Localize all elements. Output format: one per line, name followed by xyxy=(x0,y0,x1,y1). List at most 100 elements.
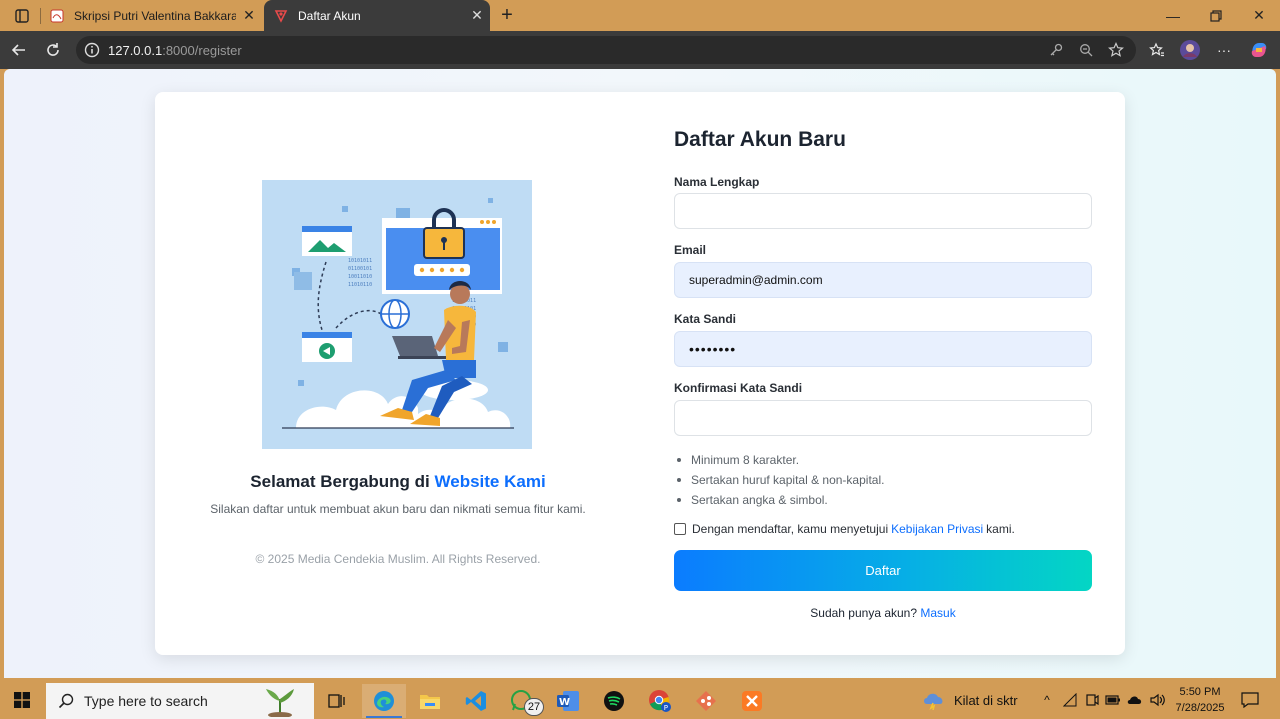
start-button[interactable] xyxy=(0,681,44,719)
taskbar: Type here to search 27 W P Kilat di sktr… xyxy=(0,681,1280,719)
network-icon[interactable] xyxy=(1061,691,1079,709)
favorite-star-icon[interactable] xyxy=(1106,40,1126,60)
url-host: 127.0.0.1 xyxy=(108,42,163,58)
rule-item: Minimum 8 karakter. xyxy=(674,450,884,470)
profile-avatar[interactable] xyxy=(1179,39,1201,61)
refresh-icon xyxy=(47,43,59,56)
register-illustration: 1010101101100101 1001101011010110 101010… xyxy=(262,180,532,449)
back-button[interactable] xyxy=(4,35,34,65)
spotify-icon xyxy=(604,691,624,711)
word-icon: W xyxy=(557,691,579,711)
onedrive-icon[interactable] xyxy=(1126,691,1144,709)
whatsapp-taskbar-button[interactable]: 27 xyxy=(500,684,544,718)
profile-avatar-icon xyxy=(1180,40,1200,60)
search-icon xyxy=(58,693,74,709)
search-placeholder: Type here to search xyxy=(84,693,208,709)
tab-actions-icon xyxy=(15,8,29,23)
email-input[interactable]: superadmin@admin.com xyxy=(674,262,1092,298)
close-tab-icon[interactable]: ✕ xyxy=(464,7,490,24)
folder-icon xyxy=(420,695,440,709)
back-arrow-icon xyxy=(11,44,25,56)
windows-logo-icon xyxy=(14,692,30,708)
tab-title: Daftar Akun xyxy=(298,8,361,23)
welcome-prefix: Selamat Bergabung di xyxy=(250,472,430,491)
meet-now-icon[interactable] xyxy=(1083,691,1101,709)
chrome-taskbar-button[interactable]: P xyxy=(638,684,682,718)
welcome-highlight: Website Kami xyxy=(434,472,546,491)
word-taskbar-button[interactable]: W xyxy=(546,684,590,718)
svg-text:W: W xyxy=(559,697,570,708)
login-prompt: Sudah punya akun? Masuk xyxy=(674,606,1092,620)
spotify-taskbar-button[interactable] xyxy=(592,684,636,718)
minimize-button[interactable]: — xyxy=(1151,0,1195,31)
vscode-taskbar-button[interactable] xyxy=(454,684,498,718)
system-clock[interactable]: 5:50 PM 7/28/2025 xyxy=(1168,684,1232,716)
welcome-subtext: Silakan daftar untuk membuat akun baru d… xyxy=(210,502,586,516)
form-title: Daftar Akun Baru xyxy=(674,128,846,151)
password-key-icon[interactable] xyxy=(1046,40,1066,60)
task-view-icon xyxy=(328,694,345,708)
restore-button[interactable] xyxy=(1194,0,1238,31)
git-tool-icon xyxy=(696,691,716,711)
tab-title: Skripsi Putri Valentina Bakkara_21 xyxy=(74,8,236,23)
name-input[interactable] xyxy=(674,193,1092,229)
confirm-password-input[interactable] xyxy=(674,400,1092,436)
more-options-icon[interactable]: ··· xyxy=(1213,39,1235,61)
svg-text:P: P xyxy=(664,704,668,712)
taskbar-search[interactable]: Type here to search xyxy=(46,683,314,719)
tab-skripsi[interactable]: Skripsi Putri Valentina Bakkara_21 ✕ xyxy=(40,0,262,31)
clock-date: 7/28/2025 xyxy=(1175,702,1225,714)
close-tab-icon[interactable]: ✕ xyxy=(236,7,262,24)
copyright-text: © 2025 Media Cendekia Muslim. All Rights… xyxy=(255,552,541,566)
password-input[interactable]: •••••••• xyxy=(674,331,1092,367)
privacy-agreement: Dengan mendaftar, kamu menyetujui Kebija… xyxy=(674,522,1015,536)
zoom-icon[interactable] xyxy=(1076,40,1096,60)
page-viewport: 1010101101100101 1001101011010110 101010… xyxy=(4,69,1276,678)
svg-text:01100101: 01100101 xyxy=(348,266,372,272)
battery-icon[interactable] xyxy=(1104,691,1122,709)
welcome-panel: 1010101101100101 1001101011010110 101010… xyxy=(155,92,641,655)
register-form: Daftar Akun Baru Nama Lengkap Email supe… xyxy=(674,92,1092,655)
tab-bar: Skripsi Putri Valentina Bakkara_21 ✕ Daf… xyxy=(0,0,1280,31)
edge-icon xyxy=(374,691,394,711)
sourcetree-taskbar-button[interactable] xyxy=(684,684,728,718)
register-card: 1010101101100101 1001101011010110 101010… xyxy=(155,92,1125,655)
refresh-button[interactable] xyxy=(38,35,68,65)
welcome-heading: Selamat Bergabung di Website Kami xyxy=(155,472,641,492)
tab-actions-button[interactable] xyxy=(0,0,44,31)
file-explorer-taskbar-button[interactable] xyxy=(408,684,452,718)
new-tab-button[interactable]: + xyxy=(494,0,520,31)
favorites-icon[interactable] xyxy=(1146,39,1168,61)
restore-icon xyxy=(1210,9,1222,22)
site-favicon-icon xyxy=(274,9,288,23)
clock-time: 5:50 PM xyxy=(1179,686,1221,698)
rule-item: Sertakan huruf kapital & non-kapital. xyxy=(674,470,884,490)
register-button[interactable]: Daftar xyxy=(674,550,1092,591)
xampp-taskbar-button[interactable] xyxy=(730,684,774,718)
login-link[interactable]: Masuk xyxy=(920,606,955,620)
login-prompt-text: Sudah punya akun? xyxy=(810,606,918,620)
svg-text:10101011: 10101011 xyxy=(348,258,372,264)
copilot-icon[interactable] xyxy=(1248,39,1270,61)
browser-toolbar: 127.0.0.1:8000/register ··· xyxy=(0,31,1280,69)
agree-suffix: kami. xyxy=(986,522,1015,536)
weather-widget[interactable]: Kilat di sktr xyxy=(922,681,1018,719)
name-label: Nama Lengkap xyxy=(674,175,760,189)
notification-center-icon[interactable] xyxy=(1240,690,1260,710)
url-path: :8000/register xyxy=(162,42,242,58)
address-bar[interactable]: 127.0.0.1:8000/register xyxy=(76,36,1136,64)
close-window-button[interactable]: ✕ xyxy=(1237,0,1280,31)
tray-overflow-icon[interactable]: ^ xyxy=(1038,691,1056,709)
whatsapp-badge: 27 xyxy=(524,698,544,716)
email-label: Email xyxy=(674,243,707,257)
edge-taskbar-button[interactable] xyxy=(362,684,406,718)
agree-checkbox[interactable] xyxy=(674,523,686,535)
xampp-icon xyxy=(742,691,762,711)
weather-storm-icon xyxy=(924,693,943,710)
privacy-policy-link[interactable]: Kebijakan Privasi xyxy=(891,522,983,536)
tab-daftar-akun[interactable]: Daftar Akun ✕ xyxy=(264,0,490,31)
task-view-button[interactable] xyxy=(315,684,359,718)
volume-icon[interactable] xyxy=(1149,691,1167,709)
site-info-icon[interactable] xyxy=(82,40,102,60)
vscode-icon xyxy=(465,691,486,711)
